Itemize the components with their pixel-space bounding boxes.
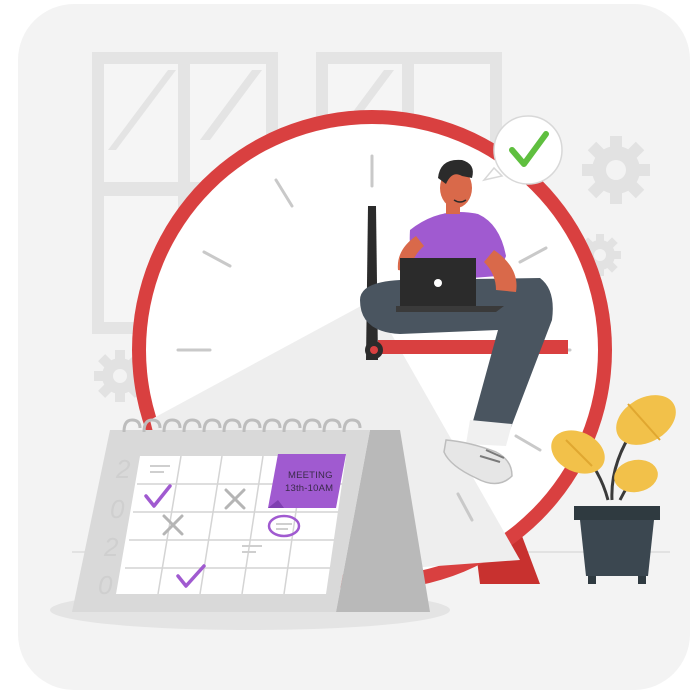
calendar-icon: 2 0 2 0 MEETING 13th-10AM — [72, 418, 430, 612]
illustration-canvas: 2 0 2 0 MEETING 13th-10AM — [18, 4, 690, 690]
meeting-note-time: 13th-10AM — [285, 483, 333, 494]
year-digit: 0 — [110, 494, 125, 524]
year-digit: 2 — [115, 454, 131, 484]
gear-icon — [582, 136, 650, 204]
meeting-note-title: MEETING — [288, 470, 333, 481]
year-digit: 0 — [98, 570, 113, 600]
year-digit: 2 — [103, 532, 119, 562]
meeting-note — [268, 454, 346, 508]
